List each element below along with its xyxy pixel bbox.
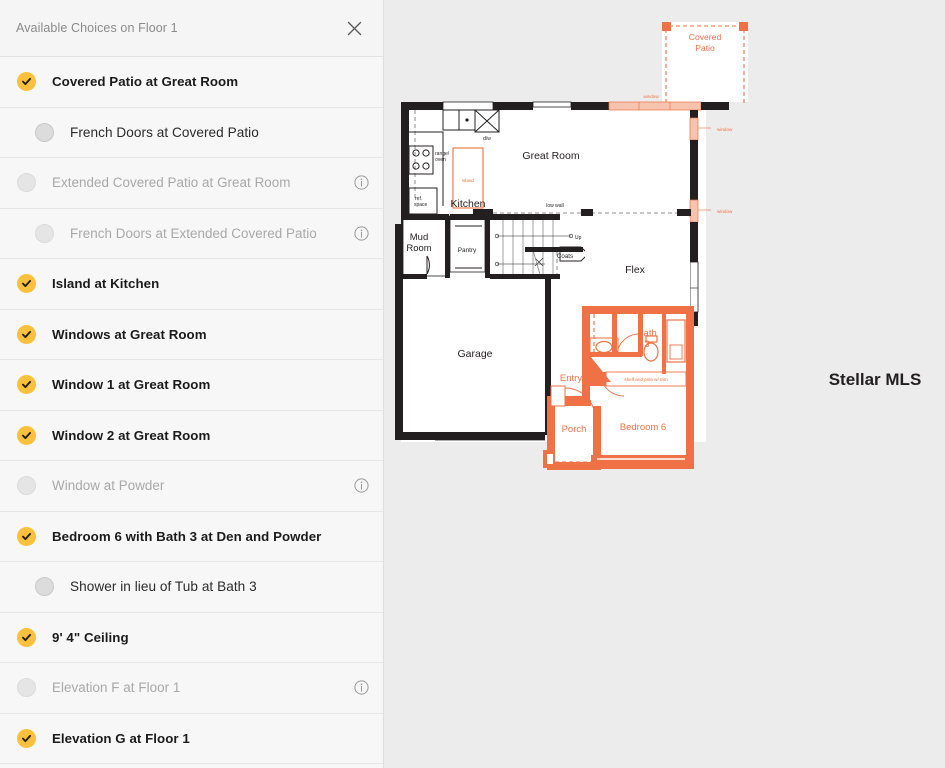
room-label-entry: Entry — [560, 373, 582, 384]
room-label-great-room: Great Room — [522, 150, 579, 162]
room-pantry: Pantry — [449, 214, 490, 278]
checked-icon[interactable] — [17, 627, 36, 647]
room-label-mud-room-2: Room — [406, 243, 431, 254]
checked-icon[interactable] — [17, 526, 36, 546]
choice-label: French Doors at Extended Covered Patio — [70, 225, 317, 241]
floorplan-viewer[interactable]: .w { fill:#231f20; } .lw { fill:none; st… — [385, 0, 945, 768]
dishwasher-label: d/w — [483, 136, 491, 142]
low-wall-label: low wall — [546, 203, 564, 209]
closet-shelf-note: shelf and pole w/ trim — [624, 377, 668, 382]
page-title: Available Choices on Floor 1 — [16, 21, 178, 35]
choice-row[interactable]: Elevation G at Floor 1 — [0, 713, 383, 764]
choice-label: Extended Covered Patio at Great Room — [52, 175, 291, 191]
unchecked-icon[interactable] — [17, 476, 36, 496]
choices-list: Covered Patio at Great Room French Doors … — [0, 57, 383, 764]
checked-icon[interactable] — [17, 728, 36, 748]
room-label-covered-patio: Covered — [689, 32, 722, 42]
unchecked-icon[interactable] — [17, 678, 36, 698]
checked-icon[interactable] — [17, 324, 36, 344]
choice-row[interactable]: Window 1 at Great Room — [0, 360, 383, 411]
floorplan-drawing: .w { fill:#231f20; } .lw { fill:none; st… — [395, 22, 922, 470]
checked-icon[interactable] — [17, 375, 36, 395]
choice-row[interactable]: Shower in lieu of Tub at Bath 3 — [0, 562, 383, 613]
window-label-right-1: window — [717, 127, 733, 132]
choice-label: 9' 4" Ceiling — [52, 629, 129, 645]
choice-row[interactable]: Elevation F at Floor 1 — [0, 663, 383, 714]
unchecked-icon[interactable] — [17, 173, 36, 193]
choice-row[interactable]: Island at Kitchen — [0, 259, 383, 310]
choice-row[interactable]: Window 2 at Great Room — [0, 410, 383, 461]
choice-label: Elevation F at Floor 1 — [52, 680, 181, 696]
choice-row[interactable]: Windows at Great Room — [0, 309, 383, 360]
room-garage: Garage — [403, 278, 551, 435]
available-choices-panel: Available Choices on Floor 1 Covered Pat… — [0, 0, 384, 768]
room-label-covered-patio-2: Patio — [695, 43, 715, 53]
room-label-mud-room: Mud — [410, 232, 428, 243]
info-icon[interactable] — [354, 478, 369, 493]
room-label-bath3-2: 3 — [644, 339, 649, 350]
room-label-coats: Coats — [557, 253, 573, 260]
range-oven-label-2: oven — [435, 157, 446, 163]
choice-label: Bedroom 6 with Bath 3 at Den and Powder — [52, 528, 322, 544]
ref-space-label-2: space — [414, 202, 428, 208]
choice-label: Window 1 at Great Room — [52, 377, 211, 393]
close-icon[interactable] — [341, 15, 367, 41]
room-label-porch: Porch — [562, 424, 587, 435]
info-icon[interactable] — [354, 175, 369, 190]
choice-row[interactable]: French Doors at Covered Patio — [0, 107, 383, 158]
checked-icon[interactable] — [17, 72, 36, 92]
unchecked-icon[interactable] — [35, 223, 54, 243]
room-flex: Flex — [585, 218, 690, 308]
choice-row[interactable]: Covered Patio at Great Room — [0, 57, 383, 108]
unchecked-icon[interactable] — [35, 577, 54, 597]
room-label-bedroom6: Bedroom 6 — [620, 422, 666, 433]
room-label-kitchen: Kitchen — [450, 198, 485, 210]
island-label: island — [462, 178, 474, 183]
watermark: Stellar MLS — [829, 370, 922, 389]
unchecked-icon[interactable] — [35, 122, 54, 142]
window-label-right-2: window — [717, 209, 733, 214]
window-label-top: window — [643, 94, 659, 99]
info-icon[interactable] — [354, 226, 369, 241]
choice-label: French Doors at Covered Patio — [70, 124, 259, 140]
info-icon[interactable] — [354, 680, 369, 695]
room-label-garage: Garage — [457, 348, 492, 360]
room-label-pantry: Pantry — [458, 247, 477, 254]
choice-row[interactable]: Extended Covered Patio at Great Room — [0, 158, 383, 209]
stairs-up-label: Up — [575, 235, 582, 241]
choice-label: Covered Patio at Great Room — [52, 74, 239, 90]
room-label-flex: Flex — [625, 264, 646, 276]
covered-patio-region: Covered Patio — [662, 22, 748, 103]
choice-row[interactable]: 9' 4" Ceiling — [0, 612, 383, 663]
choice-row[interactable]: Window at Powder — [0, 461, 383, 512]
choice-label: Window 2 at Great Room — [52, 427, 211, 443]
room-label-bath3: Bath — [637, 328, 657, 339]
choice-row[interactable]: French Doors at Extended Covered Patio — [0, 208, 383, 259]
choice-label: Island at Kitchen — [52, 276, 160, 292]
panel-header: Available Choices on Floor 1 — [0, 0, 383, 57]
checked-icon[interactable] — [17, 274, 36, 294]
choice-label: Elevation G at Floor 1 — [52, 730, 190, 746]
choice-label: Shower in lieu of Tub at Bath 3 — [70, 579, 257, 595]
checked-icon[interactable] — [17, 425, 36, 445]
choice-label: Windows at Great Room — [52, 326, 207, 342]
choice-label: Window at Powder — [52, 478, 165, 494]
choice-row[interactable]: Bedroom 6 with Bath 3 at Den and Powder — [0, 511, 383, 562]
